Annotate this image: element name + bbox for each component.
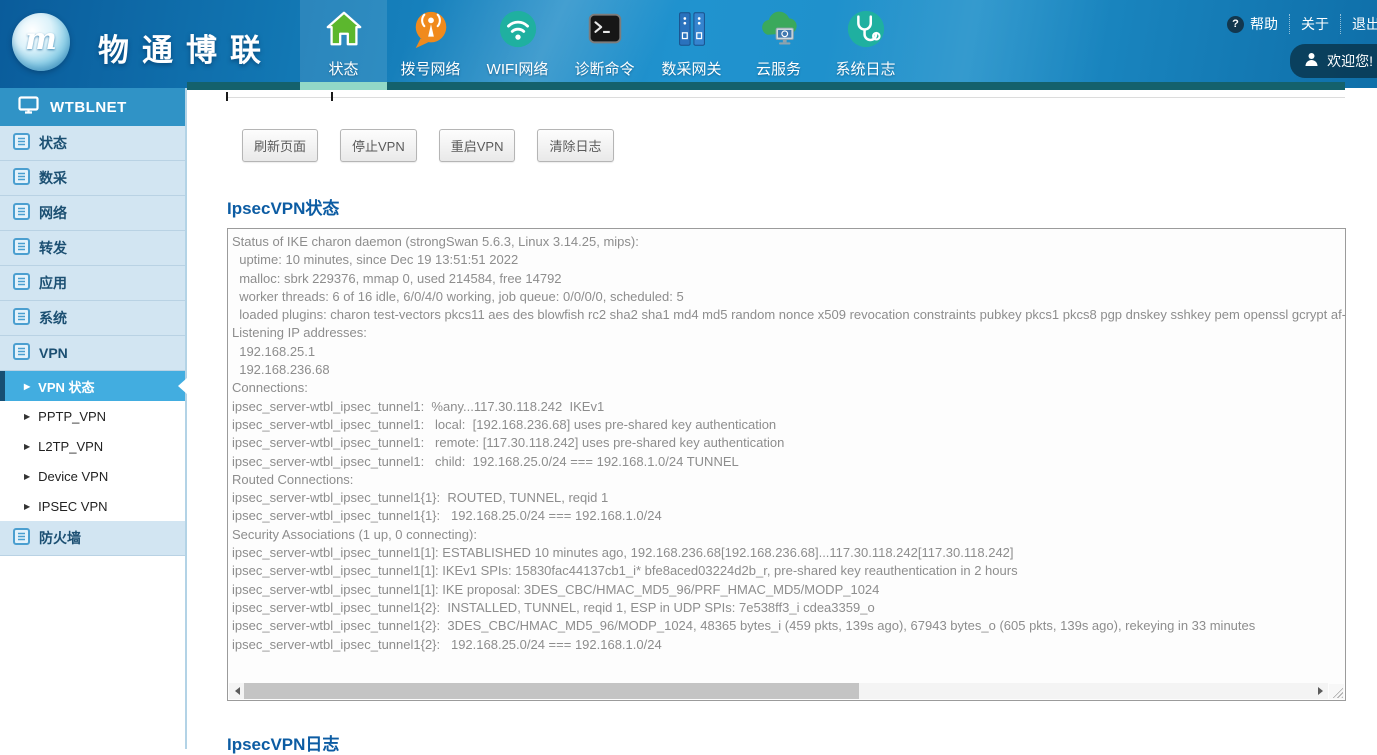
sidebar-item-firewall[interactable]: 防火墙 xyxy=(0,521,185,556)
ipsec-status-textarea[interactable]: Status of IKE charon daemon (strongSwan … xyxy=(227,228,1346,701)
restart-vpn-button[interactable]: 重启VPN xyxy=(439,129,516,162)
sidebar-item-label: 状态 xyxy=(39,133,67,153)
sidebar-subitem-label: VPN 状态 xyxy=(38,377,94,396)
header-bottom-strip xyxy=(187,82,1345,90)
list-icon xyxy=(13,343,30,363)
list-icon xyxy=(13,168,30,188)
user-icon xyxy=(1304,52,1319,70)
sidebar-subitem-label: Device VPN xyxy=(38,469,108,484)
stethoscope-icon xyxy=(843,6,889,52)
header: m 物通博联 状态 拨号网络 xyxy=(0,0,1377,88)
caret-right-icon: ▶ xyxy=(24,412,30,421)
sidebar-item-label: 系统 xyxy=(39,308,67,328)
list-icon xyxy=(13,203,30,223)
help-link-label: 帮助 xyxy=(1250,14,1278,34)
sidebar-subitem-vpn-status[interactable]: ▶ VPN 状态 xyxy=(0,371,185,401)
list-icon xyxy=(13,273,30,293)
welcome-badge: 欢迎您! xyxy=(1290,44,1377,78)
nav-item-wifi[interactable]: WIFI网络 xyxy=(474,0,561,88)
question-icon: ? xyxy=(1227,16,1244,33)
list-icon xyxy=(13,133,30,153)
caret-right-icon: ▶ xyxy=(24,502,30,511)
sidebar-subitem-device-vpn[interactable]: ▶ Device VPN xyxy=(0,461,185,491)
tab-rule-tick xyxy=(226,92,228,101)
nav-item-cloud[interactable]: 云服务 xyxy=(735,0,822,88)
sidebar-subitem-ipsec-vpn[interactable]: ▶ IPSEC VPN xyxy=(0,491,185,521)
main-content: 刷新页面 停止VPN 重启VPN 清除日志 IpsecVPN状态 Status … xyxy=(189,88,1377,749)
stop-vpn-button[interactable]: 停止VPN xyxy=(340,129,417,162)
sidebar-item-label: 数采 xyxy=(39,168,67,188)
sidebar-item-label: 网络 xyxy=(39,203,67,223)
sidebar-item-forward[interactable]: 转发 xyxy=(0,231,185,266)
sidebar-item-label: VPN xyxy=(39,345,68,361)
brand-title: 物通博联 xyxy=(98,25,274,70)
caret-right-icon: ▶ xyxy=(24,472,30,481)
scroll-right-arrow-icon[interactable] xyxy=(1312,683,1328,699)
sidebar-subitem-label: PPTP_VPN xyxy=(38,409,106,424)
sidebar-item-network[interactable]: 网络 xyxy=(0,196,185,231)
list-icon xyxy=(13,528,30,548)
sidebar-device-title: WTBLNET xyxy=(50,99,127,116)
ipsec-vpn-status-heading: IpsecVPN状态 xyxy=(227,194,339,219)
scrollbar-thumb[interactable] xyxy=(244,683,859,699)
top-nav: 状态 拨号网络 xyxy=(300,0,909,88)
list-icon xyxy=(13,238,30,258)
nav-item-status[interactable]: 状态 xyxy=(300,0,387,88)
clear-log-button[interactable]: 清除日志 xyxy=(537,129,613,162)
sidebar-subitem-l2tp-vpn[interactable]: ▶ L2TP_VPN xyxy=(0,431,185,461)
server-icon xyxy=(669,6,715,52)
nav-item-gateway[interactable]: 数采网关 xyxy=(648,0,735,88)
logout-link-label: 退出 xyxy=(1352,14,1377,34)
caret-right-icon: ▶ xyxy=(24,442,30,451)
header-links: ? 帮助 关于 退出 xyxy=(1216,14,1377,34)
sidebar-subitem-pptp-vpn[interactable]: ▶ PPTP_VPN xyxy=(0,401,185,431)
sidebar-item-label: 应用 xyxy=(39,273,67,293)
sidebar-item-system[interactable]: 系统 xyxy=(0,301,185,336)
horizontal-scrollbar[interactable] xyxy=(229,683,1328,699)
brand-logo: m xyxy=(12,13,70,71)
sidebar-item-vpn[interactable]: VPN xyxy=(0,336,185,371)
sidebar: WTBLNET 状态 数采 网络 转发 应用 系统 VPN ▶ VPN 状态 ▶… xyxy=(0,88,187,749)
cloud-icon xyxy=(756,6,802,52)
action-button-row: 刷新页面 停止VPN 重启VPN 清除日志 xyxy=(242,129,614,162)
about-link[interactable]: 关于 xyxy=(1289,14,1340,34)
logout-link[interactable]: 退出 xyxy=(1340,14,1377,34)
wifi-icon xyxy=(495,6,541,52)
sidebar-item-label: 转发 xyxy=(39,238,67,258)
brand-logo-m-icon: m xyxy=(25,22,57,63)
sidebar-subitem-label: L2TP_VPN xyxy=(38,439,103,454)
nav-item-diagnostic[interactable]: 诊断命令 xyxy=(561,0,648,88)
sidebar-item-status[interactable]: 状态 xyxy=(0,126,185,161)
tab-rule-tick xyxy=(331,92,333,101)
nav-item-syslog[interactable]: 系统日志 xyxy=(822,0,909,88)
caret-right-icon: ▶ xyxy=(24,382,30,391)
sidebar-item-label: 防火墙 xyxy=(39,528,81,548)
sidebar-subitem-label: IPSEC VPN xyxy=(38,499,107,514)
scroll-left-arrow-icon[interactable] xyxy=(229,683,245,699)
terminal-icon xyxy=(582,6,628,52)
about-link-label: 关于 xyxy=(1301,14,1329,34)
active-tab-underline xyxy=(300,82,387,90)
list-icon xyxy=(13,308,30,328)
refresh-page-button[interactable]: 刷新页面 xyxy=(242,129,318,162)
tab-rule-line xyxy=(226,97,1345,98)
monitor-icon xyxy=(18,96,39,118)
welcome-text: 欢迎您! xyxy=(1327,51,1373,71)
sidebar-item-data-acq[interactable]: 数采 xyxy=(0,161,185,196)
sidebar-device-header: WTBLNET xyxy=(0,88,185,126)
nav-item-dialup[interactable]: 拨号网络 xyxy=(387,0,474,88)
dialup-icon xyxy=(408,6,454,52)
textarea-resize-handle[interactable] xyxy=(1329,684,1344,699)
help-link[interactable]: ? 帮助 xyxy=(1216,14,1289,34)
ipsec-status-log-text: Status of IKE charon daemon (strongSwan … xyxy=(232,233,1345,654)
home-icon xyxy=(321,6,367,52)
ipsec-vpn-log-heading: IpsecVPN日志 xyxy=(227,730,339,755)
sidebar-item-application[interactable]: 应用 xyxy=(0,266,185,301)
